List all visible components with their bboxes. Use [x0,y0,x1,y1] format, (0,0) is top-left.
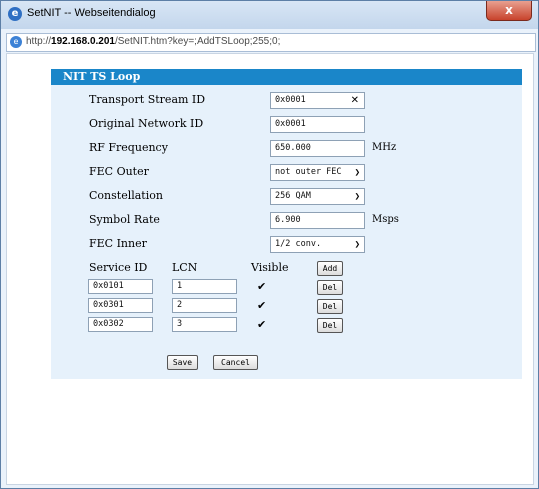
transport-stream-id-value: 0x0001 [275,95,306,105]
fec-inner-label: FEC Inner [89,237,147,250]
dialog-window: e SetNIT -- Webseitendialog x e http://1… [0,0,539,489]
symbol-rate-label: Symbol Rate [89,213,160,226]
lcn-input[interactable]: 3 [172,317,237,332]
service-id-input[interactable]: 0x0302 [88,317,153,332]
address-url: http://192.168.0.201/SetNIT.htm?key=;Add… [26,36,280,47]
add-service-button[interactable]: Add [317,261,343,276]
ie-icon: e [10,36,22,48]
fec-inner-select[interactable]: 1/2 conv. ❯ [270,236,365,253]
close-button[interactable]: x [486,1,532,21]
visible-header: Visible [251,261,289,274]
visible-checkbox[interactable]: ✔ [257,319,268,330]
panel-title: NIT TS Loop [51,69,522,85]
lcn-header: LCN [172,261,198,274]
clear-icon[interactable]: ✕ [351,93,359,108]
rf-frequency-input[interactable]: 650.000 [270,140,365,157]
delete-service-button[interactable]: Del [317,318,343,333]
delete-service-button[interactable]: Del [317,280,343,295]
symbol-rate-unit: Msps [372,214,399,225]
chevron-down-icon: ❯ [354,168,360,178]
window-title: SetNIT -- Webseitendialog [27,7,156,19]
page-content: NIT TS Loop Transport Stream ID 0x0001 ✕… [6,53,534,485]
nit-ts-loop-panel: NIT TS Loop Transport Stream ID 0x0001 ✕… [51,69,522,379]
service-id-input[interactable]: 0x0101 [88,279,153,294]
ie-icon: e [8,7,22,21]
url-host: 192.168.0.201 [51,36,115,47]
chevron-down-icon: ❯ [354,192,360,202]
fec-inner-value: 1/2 conv. [275,239,322,249]
cancel-button[interactable]: Cancel [213,355,258,370]
visible-checkbox[interactable]: ✔ [257,281,268,292]
transport-stream-id-input[interactable]: 0x0001 ✕ [270,92,365,109]
constellation-select[interactable]: 256 QAM ❯ [270,188,365,205]
fec-outer-select[interactable]: not outer FEC ❯ [270,164,365,181]
fec-outer-value: not outer FEC [275,167,342,177]
rf-frequency-label: RF Frequency [89,141,168,154]
fec-outer-label: FEC Outer [89,165,149,178]
rf-frequency-unit: MHz [372,142,397,153]
constellation-label: Constellation [89,189,163,202]
symbol-rate-input[interactable]: 6.900 [270,212,365,229]
service-id-header: Service ID [89,261,148,274]
chevron-down-icon: ❯ [354,240,360,250]
original-network-id-label: Original Network ID [89,117,204,130]
address-bar: e http://192.168.0.201/SetNIT.htm?key=;A… [6,33,536,52]
delete-service-button[interactable]: Del [317,299,343,314]
url-path: /SetNIT.htm?key=;AddTSLoop;255;0; [114,36,281,47]
lcn-input[interactable]: 1 [172,279,237,294]
title-bar: e SetNIT -- Webseitendialog x [1,1,538,29]
url-prefix: http:// [26,36,52,47]
constellation-value: 256 QAM [275,191,311,201]
service-id-input[interactable]: 0x0301 [88,298,153,313]
save-button[interactable]: Save [167,355,198,370]
original-network-id-input[interactable]: 0x0001 [270,116,365,133]
visible-checkbox[interactable]: ✔ [257,300,268,311]
lcn-input[interactable]: 2 [172,298,237,313]
transport-stream-id-label: Transport Stream ID [89,93,206,106]
